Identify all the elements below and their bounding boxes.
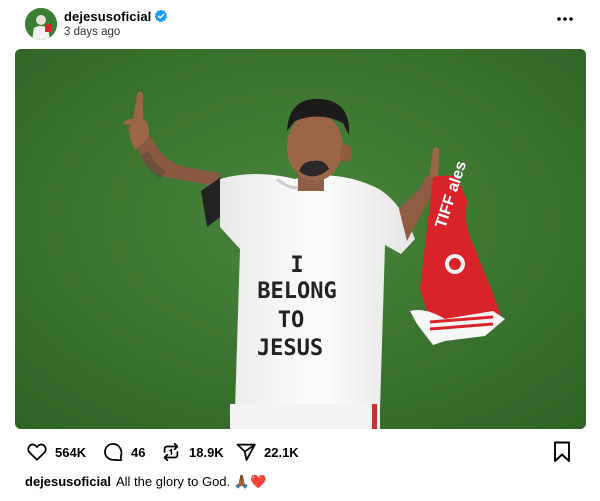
verified-badge-icon	[154, 9, 168, 23]
comment-button[interactable]: 46	[102, 438, 145, 466]
caption-emojis: 🙏🏾❤️	[233, 474, 267, 489]
post-header: dejesusoficial 3 days ago	[0, 0, 600, 46]
avatar[interactable]	[25, 8, 57, 40]
like-count: 564K	[55, 444, 87, 460]
post-username[interactable]: dejesusoficial	[64, 9, 151, 24]
repost-icon	[163, 442, 179, 462]
comment-icon	[104, 443, 123, 462]
caption-text: All the glory to God.	[115, 474, 231, 489]
repost-count: 18.9K	[189, 444, 224, 460]
share-button[interactable]: 22.1K	[235, 438, 299, 466]
repost-button[interactable]: 18.9K	[160, 438, 224, 466]
share-icon	[236, 443, 256, 461]
post-image[interactable]: I BELONG TO JESUS TIFF ales	[15, 49, 586, 429]
post-timestamp: 3 days ago	[64, 26, 121, 38]
bookmark-icon[interactable]	[552, 441, 572, 463]
more-icon[interactable]	[556, 14, 574, 24]
heart-icon	[27, 443, 47, 461]
caption-username[interactable]: dejesusoficial	[25, 474, 111, 489]
shirt-line-4: JESUS	[257, 336, 323, 361]
comment-count: 46	[131, 444, 146, 460]
shirt-line-2: BELONG	[257, 279, 336, 304]
post-caption: dejesusoficial All the glory to God. 🙏🏾❤️	[25, 474, 266, 490]
action-bar: 564K 46 18.9K 22.1K	[0, 438, 600, 466]
share-count: 22.1K	[264, 444, 299, 460]
shirt-line-3: TO	[278, 308, 305, 333]
like-button[interactable]: 564K	[26, 438, 86, 466]
shirt-line-1: I	[290, 253, 303, 278]
